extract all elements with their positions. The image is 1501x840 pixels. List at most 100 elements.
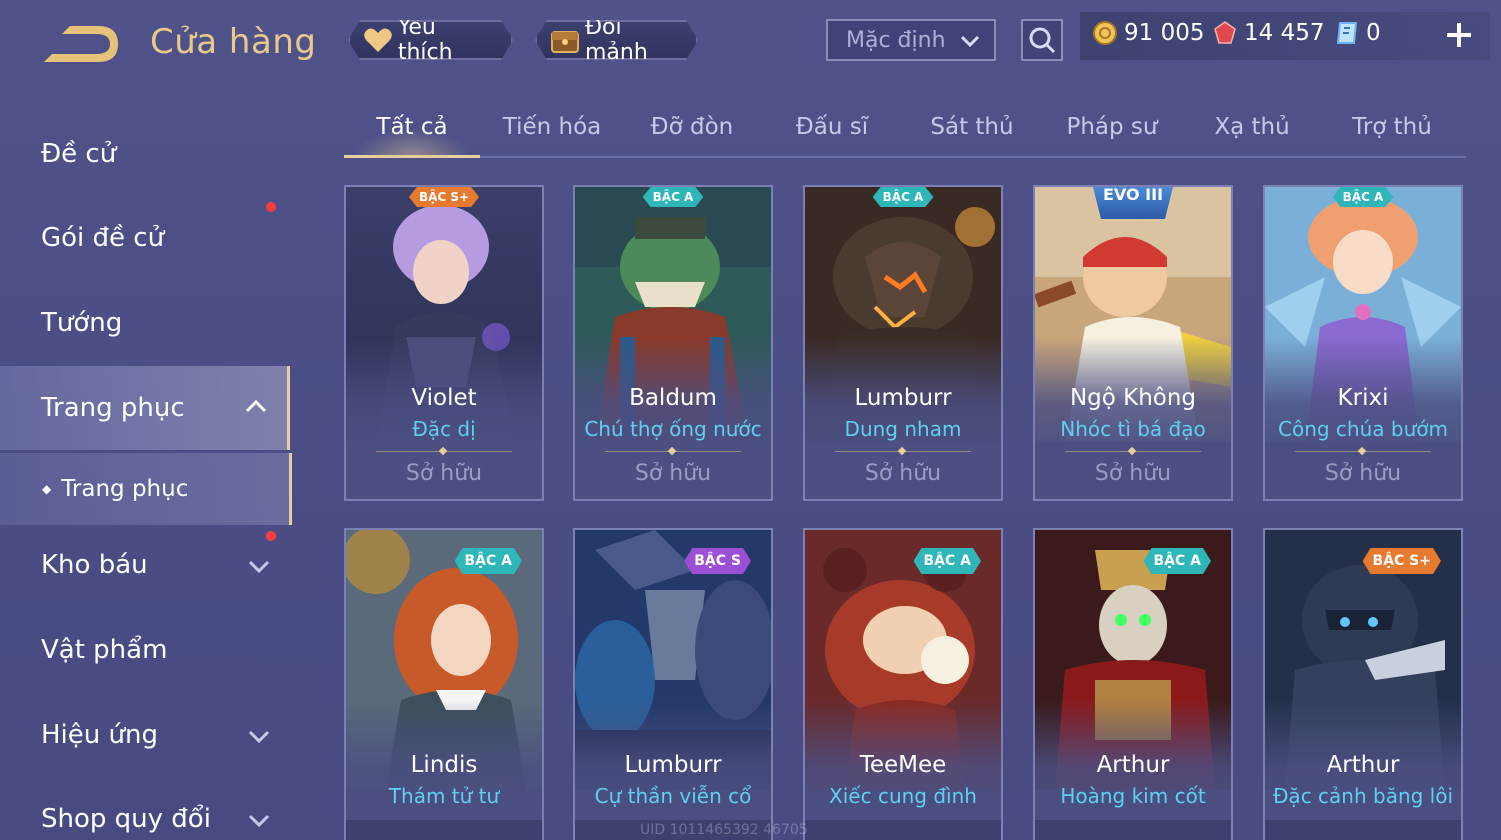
ruby-icon xyxy=(1214,21,1236,44)
divider xyxy=(1295,451,1431,452)
gold-balance: 91 005 xyxy=(1092,20,1204,46)
sidebar-subitem-label: Trang phục xyxy=(61,476,189,502)
hero-name: Lumburr xyxy=(624,752,722,778)
tier-badge: BẬC S+ xyxy=(409,187,479,207)
tab-marksman[interactable]: Xạ thủ xyxy=(1184,114,1320,158)
tab-evolution[interactable]: Tiến hóa xyxy=(484,114,620,158)
sidebar-item-label: Shop quy đổi xyxy=(41,804,211,834)
sidebar-item-exchange-shop[interactable]: Shop quy đổi xyxy=(0,777,290,840)
sort-value: Mặc định xyxy=(846,27,946,53)
skin-name: Công chúa bướm xyxy=(1278,417,1448,441)
tier-badge: BẬC A xyxy=(873,187,934,207)
sidebar-item-skins[interactable]: Trang phục xyxy=(0,366,290,450)
hero-name: TeeMee xyxy=(859,752,947,778)
notification-dot xyxy=(266,202,276,212)
skin-name: Thám tử tư xyxy=(388,784,500,808)
plus-icon xyxy=(1447,23,1471,47)
tab-assassin[interactable]: Sát thủ xyxy=(904,114,1040,158)
bullet-icon: ◆ xyxy=(42,482,52,496)
sidebar-item-label: Gói đề cử xyxy=(41,223,165,253)
ownership-status: Sở hữu xyxy=(634,461,712,486)
sidebar-item-recommended[interactable]: Đề cử xyxy=(0,112,290,196)
divider xyxy=(605,451,741,452)
chevron-down-icon xyxy=(958,29,982,59)
ownership-status: Sở hữu xyxy=(864,461,942,486)
sidebar-item-label: Hiệu ứng xyxy=(41,720,158,750)
gold-coin-icon xyxy=(1093,21,1117,45)
skin-card[interactable]: BẬC S Lumburr Cự thần viễn cổ xyxy=(573,528,773,840)
skin-card[interactable]: BẬC S+ Violet Đặc dị Sở hữu xyxy=(344,185,544,501)
skin-name: Cự thần viễn cổ xyxy=(594,784,752,808)
sort-dropdown[interactable]: Mặc định xyxy=(826,19,996,61)
sidebar-item-treasure[interactable]: Kho báu xyxy=(0,523,290,607)
sidebar-item-recommended-packs[interactable]: Gói đề cử xyxy=(0,196,290,280)
ruby-amount: 14 457 xyxy=(1244,20,1325,46)
shop-screen: Cửa hàng Yêu thích Đổi mảnh Mặc định 91 … xyxy=(0,0,1501,840)
page-title: Cửa hàng xyxy=(150,22,317,62)
skin-name: Hoàng kim cốt xyxy=(1060,784,1206,808)
exchange-shards-button[interactable]: Đổi mảnh xyxy=(535,20,698,60)
hero-name: Lindis xyxy=(410,752,478,778)
tab-all[interactable]: Tất cả xyxy=(344,114,480,158)
favorite-label: Yêu thích xyxy=(397,15,453,65)
divider xyxy=(835,451,971,452)
skin-card[interactable]: BẬC A Lumburr Dung nham Sở hữu xyxy=(803,185,1003,501)
sidebar-item-effects[interactable]: Hiệu ứng xyxy=(0,693,290,777)
chevron-up-icon xyxy=(243,394,269,427)
heart-icon xyxy=(362,24,394,56)
sidebar-item-label: Vật phẩm xyxy=(41,635,168,665)
skin-card[interactable]: BẬC A Krixi Công chúa bướm Sở hữu xyxy=(1263,185,1463,501)
search-button[interactable] xyxy=(1021,19,1063,61)
sidebar-subitem-skins[interactable]: ◆ Trang phục xyxy=(0,453,292,525)
hero-name: Arthur xyxy=(1326,752,1400,778)
voucher-amount: 0 xyxy=(1366,20,1381,46)
tier-badge: BẬC A xyxy=(1333,187,1394,207)
skin-card[interactable]: BẬC A TeeMee Xiếc cung đình xyxy=(803,528,1003,840)
evolution-badge: EVO III xyxy=(1093,187,1173,219)
skin-name: Đặc cảnh băng lôi xyxy=(1272,784,1454,808)
tab-mage[interactable]: Pháp sư xyxy=(1044,114,1180,158)
skin-name: Xiếc cung đình xyxy=(829,784,977,808)
ruby-balance: 14 457 xyxy=(1212,20,1324,46)
voucher-balance: 0 xyxy=(1334,20,1381,46)
uid-watermark: UID 1011465392 46705 xyxy=(640,822,808,838)
favorite-button[interactable]: Yêu thích xyxy=(348,20,513,60)
add-currency-button[interactable] xyxy=(1444,20,1474,50)
divider xyxy=(1065,451,1201,452)
skin-name: Nhóc tì bá đạo xyxy=(1060,417,1206,441)
treasure-chest-icon xyxy=(549,24,581,56)
notification-dot xyxy=(266,531,276,541)
ownership-status: Sở hữu xyxy=(1324,461,1402,486)
skin-card[interactable]: BẬC A Lindis Thám tử tư xyxy=(344,528,544,840)
ownership-status: Sở hữu xyxy=(405,461,483,486)
skin-card[interactable]: BẬC A Baldum Chú thợ ống nước Sở hữu xyxy=(573,185,773,501)
tier-badge: BẬC A xyxy=(1144,548,1212,574)
voucher-icon xyxy=(1336,22,1358,44)
tier-badge: BẬC A xyxy=(914,548,982,574)
tier-badge: BẬC A xyxy=(643,187,704,207)
sidebar-item-heroes[interactable]: Tướng xyxy=(0,281,290,365)
search-icon xyxy=(1029,27,1056,54)
tab-support[interactable]: Trợ thủ xyxy=(1324,114,1460,158)
tier-badge: BẬC S xyxy=(684,548,751,574)
hero-name: Baldum xyxy=(629,385,717,411)
divider xyxy=(376,451,512,452)
sidebar-item-items[interactable]: Vật phẩm xyxy=(0,608,290,692)
hero-name: Ngộ Không xyxy=(1069,385,1197,411)
sidebar-item-label: Kho báu xyxy=(41,550,148,580)
sidebar-item-label: Trang phục xyxy=(41,393,185,423)
category-tabs: Tất cả Tiến hóa Đỡ đòn Đấu sĩ Sát thủ Ph… xyxy=(344,100,1466,158)
skin-card[interactable]: EVO III Ngộ Không Nhóc tì bá đạo Sở hữu xyxy=(1033,185,1233,501)
gold-amount: 91 005 xyxy=(1124,20,1205,46)
sidebar-item-label: Tướng xyxy=(41,308,123,338)
tab-tank[interactable]: Đỡ đòn xyxy=(624,114,760,158)
tier-badge: BẬC S+ xyxy=(1363,548,1441,574)
chevron-down-icon xyxy=(246,553,272,586)
tab-fighter[interactable]: Đấu sĩ xyxy=(764,114,900,158)
sidebar: Đề cử Gói đề cử Tướng Trang phục ◆ Trang… xyxy=(0,100,292,840)
skin-card[interactable]: BẬC S+ Arthur Đặc cảnh băng lôi xyxy=(1263,528,1463,840)
skin-name: Đặc dị xyxy=(412,417,476,441)
back-button[interactable] xyxy=(40,22,120,68)
ownership-status: Sở hữu xyxy=(1094,461,1172,486)
skin-card[interactable]: BẬC A Arthur Hoàng kim cốt xyxy=(1033,528,1233,840)
